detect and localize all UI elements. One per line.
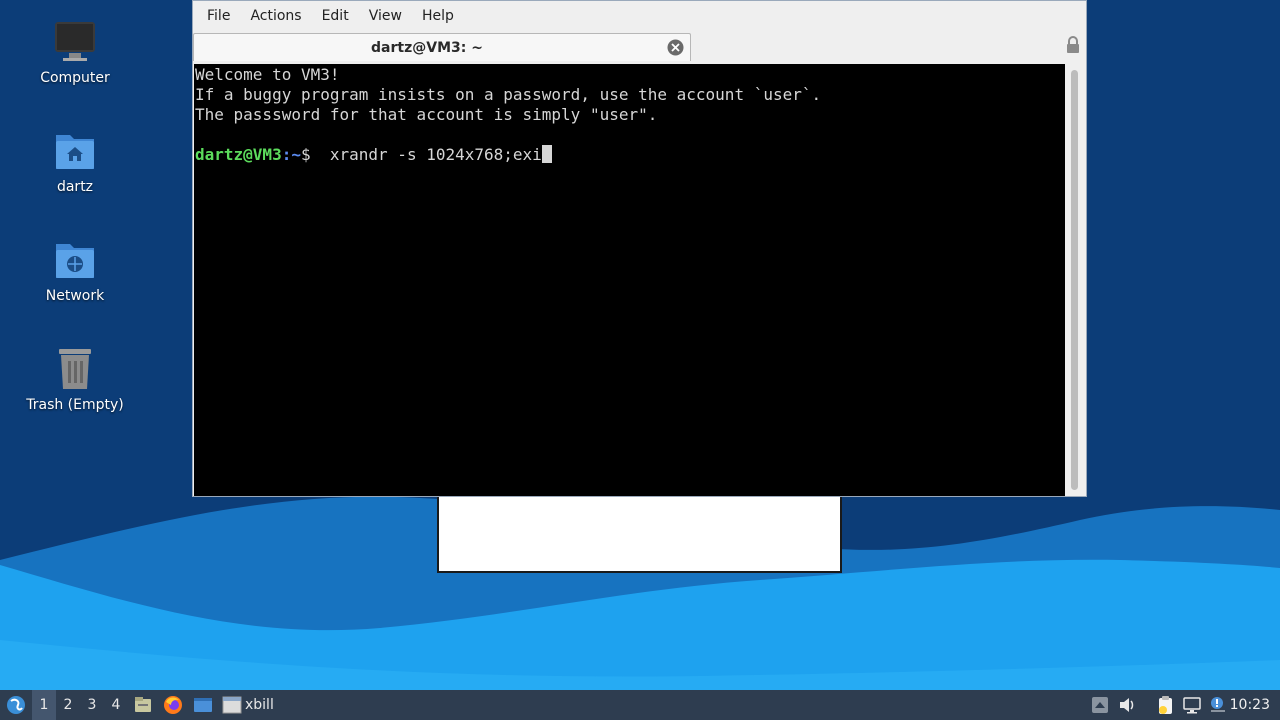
desktop-icon-label: dartz <box>56 179 94 195</box>
prompt-path: :~ <box>281 145 301 164</box>
tray-expand-icon[interactable] <box>1090 695 1110 715</box>
menu-actions[interactable]: Actions <box>240 1 311 31</box>
menu-file[interactable]: File <box>197 1 240 31</box>
scrollbar-thumb[interactable] <box>1071 70 1078 490</box>
lock-icon[interactable] <box>1066 36 1080 54</box>
workspace-2[interactable]: 2 <box>56 690 80 720</box>
desktop-launcher[interactable] <box>188 690 218 720</box>
desktop-icon-trash[interactable]: Trash (Empty) <box>20 345 130 413</box>
terminal-line: Welcome to VM3! <box>195 65 340 84</box>
workspace-1[interactable]: 1 <box>32 690 56 720</box>
show-desktop-icon <box>194 698 212 712</box>
terminal-line: If a buggy program insists on a password… <box>195 85 822 104</box>
close-icon[interactable] <box>667 39 684 56</box>
desktop-icon-home[interactable]: dartz <box>20 127 130 195</box>
firefox-launcher[interactable] <box>158 690 188 720</box>
taskbar-window-xbill[interactable]: xbill <box>218 690 282 720</box>
prompt-symbol: $ <box>300 145 311 164</box>
terminal-window[interactable]: File Actions Edit View Help dartz@VM3: ~… <box>192 0 1087 497</box>
xbill-window[interactable] <box>437 497 842 573</box>
computer-icon <box>55 22 95 61</box>
firefox-icon <box>164 696 182 714</box>
terminal-output[interactable]: Welcome to VM3! If a buggy program insist… <box>194 64 1065 496</box>
desktop-icon-label: Trash (Empty) <box>26 397 124 413</box>
lxqt-logo-icon <box>7 696 25 714</box>
taskbar-window-label: xbill <box>245 697 274 713</box>
desktop-icon-label: Network <box>45 288 105 304</box>
file-manager-launcher[interactable] <box>128 690 158 720</box>
menu-edit[interactable]: Edit <box>312 1 359 31</box>
network-tray-icon[interactable] <box>1182 695 1202 715</box>
notification-icon[interactable] <box>1208 695 1228 715</box>
prompt-user: dartz@VM3 <box>195 145 282 164</box>
terminal-scrollbar[interactable] <box>1065 64 1085 496</box>
terminal-cursor <box>541 145 552 163</box>
menu-help[interactable]: Help <box>412 1 464 31</box>
menu-bar: File Actions Edit View Help <box>193 1 1086 31</box>
tab-bar: dartz@VM3: ~ <box>193 31 1086 63</box>
window-icon <box>222 696 242 714</box>
desktop-icon-computer[interactable]: Computer <box>20 18 130 86</box>
file-manager-icon <box>135 697 151 712</box>
terminal-line: The passsword for that account is simply… <box>195 105 658 124</box>
workspace-4[interactable]: 4 <box>104 690 128 720</box>
clipboard-icon[interactable] <box>1155 695 1175 715</box>
tab-title: dartz@VM3: ~ <box>371 40 483 56</box>
terminal-command: xrandr -s 1024x768;exi <box>310 145 542 164</box>
network-folder-icon <box>56 244 94 278</box>
start-menu-button[interactable] <box>0 690 32 720</box>
desktop-icon-network[interactable]: Network <box>20 236 130 304</box>
desktop-icon-label: Computer <box>40 70 110 86</box>
clock[interactable]: 10:23 <box>1230 690 1270 720</box>
taskbar: 1 2 3 4 xbill 10:23 <box>0 690 1280 720</box>
terminal-prompt-line: dartz@VM3:~$ xrandr -s 1024x768;exi <box>195 145 1065 165</box>
menu-view[interactable]: View <box>359 1 412 31</box>
volume-icon[interactable] <box>1117 695 1137 715</box>
trash-icon <box>59 349 91 389</box>
workspace-3[interactable]: 3 <box>80 690 104 720</box>
home-folder-icon <box>56 135 94 169</box>
terminal-tab[interactable]: dartz@VM3: ~ <box>193 33 691 61</box>
